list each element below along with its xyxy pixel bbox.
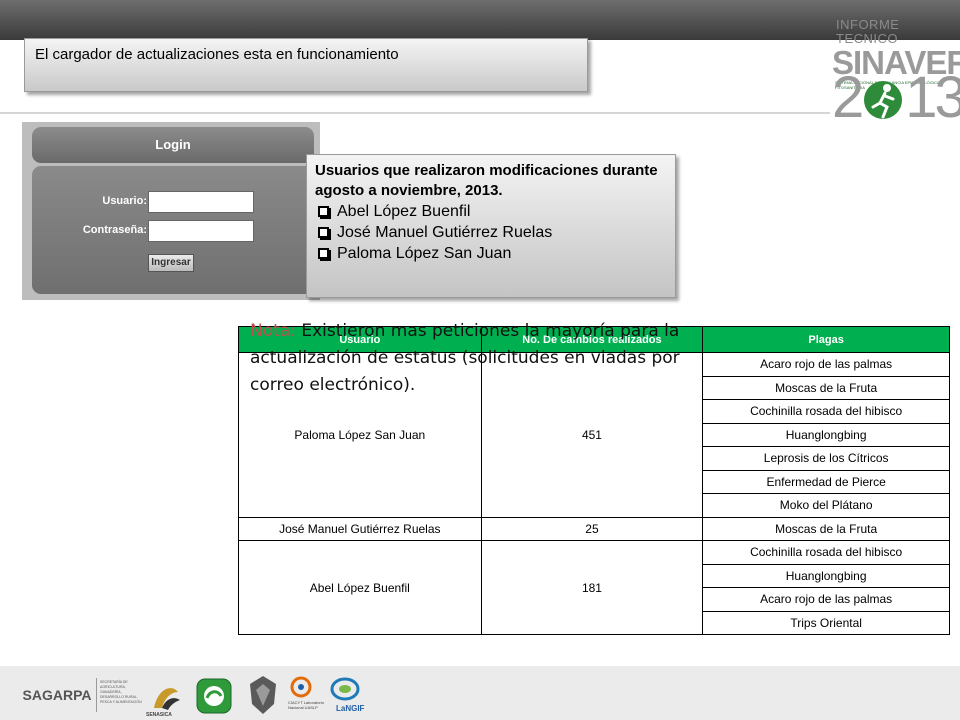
runner-icon xyxy=(864,81,903,119)
logo-year: 2 13 xyxy=(832,65,960,130)
status-notice: El cargador de actualizaciones esta en f… xyxy=(24,38,588,92)
table-row: José Manuel Gutiérrez Ruelas 25 Moscas d… xyxy=(238,516,950,541)
header-divider-line xyxy=(0,112,830,114)
users-summary-box: Usuarios que realizaron modificaciones d… xyxy=(306,154,676,298)
users-list: Abel López Buenfil José Manuel Gutiérrez… xyxy=(315,201,667,264)
cell-plaga: Moko del Plátano xyxy=(702,493,950,518)
cell-plaga: Moscas de la Fruta xyxy=(702,516,950,541)
nota-text: Existieron mas peticiones la mayoría par… xyxy=(250,321,680,395)
login-title: Login xyxy=(32,127,314,163)
table-row: Abel López Buenfil 181 Cochinilla rosada… xyxy=(238,540,950,635)
checkbox-bullet-icon xyxy=(318,206,329,217)
username-field[interactable] xyxy=(148,191,254,213)
username-label: Usuario: xyxy=(102,195,147,207)
login-submit-button[interactable]: Ingresar xyxy=(148,254,194,272)
login-form: Usuario: Contraseña: Ingresar xyxy=(32,166,314,294)
password-field[interactable] xyxy=(148,220,254,242)
cell-plaga: Leprosis de los Cítricos xyxy=(702,446,950,471)
conacyt-label: CIACYT Laboratorio Nacional UASLP xyxy=(288,700,324,710)
senasica-logo-icon xyxy=(154,688,180,710)
list-item: Paloma López San Juan xyxy=(315,243,667,264)
sinavef-small-logo-icon xyxy=(196,678,232,714)
top-header-bar xyxy=(0,0,960,40)
password-label: Contraseña: xyxy=(82,224,147,236)
checkbox-bullet-icon xyxy=(318,227,329,238)
users-summary-title: Usuarios que realizaron modificaciones d… xyxy=(315,162,658,199)
secretaria-text: SECRETARÍA DE AGRICULTURA, GANADERÍA, DE… xyxy=(100,680,142,704)
logo-year-rest: 13 xyxy=(905,65,960,130)
conacyt-logo-icon xyxy=(290,676,312,698)
langif-label: LaNGIF xyxy=(336,704,365,713)
cell-usuario: José Manuel Gutiérrez Ruelas xyxy=(238,516,482,541)
logo-year-first: 2 xyxy=(832,65,864,130)
cell-plaga: Cochinilla rosada del hibisco xyxy=(702,399,950,424)
checkbox-bullet-icon xyxy=(318,248,329,259)
list-item: José Manuel Gutiérrez Ruelas xyxy=(315,222,667,243)
list-item: Abel López Buenfil xyxy=(315,201,667,222)
cell-plaga: Trips Oriental xyxy=(702,610,950,635)
university-crest-icon xyxy=(250,676,276,714)
footer-logos-bar: SAGARPA SECRETARÍA DE AGRICULTURA, GANAD… xyxy=(0,666,960,720)
col-header-plagas: Plagas xyxy=(702,326,950,353)
cell-plaga: Cochinilla rosada del hibisco xyxy=(702,540,950,565)
cell-plaga: Acaro rojo de las palmas xyxy=(702,587,950,612)
senasica-label: SENASICA xyxy=(146,712,172,718)
cell-plaga: Huanglongbing xyxy=(702,422,950,447)
cell-plaga: Enfermedad de Pierce xyxy=(702,469,950,494)
cell-cambios: 25 xyxy=(480,516,704,541)
cell-usuario: Abel López Buenfil xyxy=(238,540,482,635)
nota-label: Nota: xyxy=(250,321,296,341)
langif-logo-icon xyxy=(330,677,360,701)
sinavef-logo: INFORME TECNICO SINAVEF SISTEMA NACIONAL… xyxy=(832,17,960,127)
logo-informe-tecnico: INFORME TECNICO xyxy=(836,17,900,46)
cell-cambios: 181 xyxy=(480,540,704,635)
nota-overlay-text: Nota: Existieron mas peticiones la mayor… xyxy=(250,318,710,399)
cell-plaga: Acaro rojo de las palmas xyxy=(702,352,950,377)
footer-divider xyxy=(96,678,97,712)
cell-plaga: Moscas de la Fruta xyxy=(702,375,950,400)
sagarpa-logo: SAGARPA xyxy=(22,687,92,703)
cell-plaga: Huanglongbing xyxy=(702,563,950,588)
login-screenshot: Login Usuario: Contraseña: Ingresar xyxy=(22,122,320,300)
